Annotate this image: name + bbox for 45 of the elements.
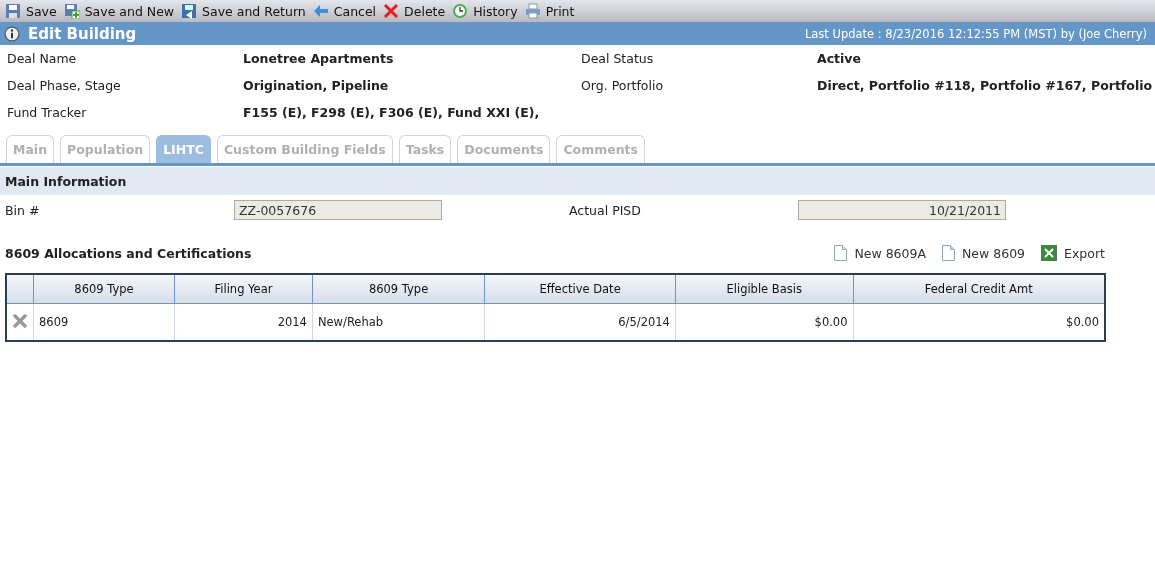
last-update: Last Update : 8/23/2016 12:12:55 PM (MST) by (Joe Cherry)	[804, 26, 1147, 41]
column-header: Effective Date	[484, 274, 676, 304]
field-value: Origination, Pipeline	[243, 78, 390, 93]
toolbar-button[interactable]: Save	[5, 3, 62, 19]
floppy-plus-icon	[63, 3, 80, 19]
printer-icon	[524, 3, 541, 19]
toolbar-button[interactable]: Cancel	[312, 3, 382, 19]
toolbar-button[interactable]: Save and Return	[181, 3, 311, 19]
field-label: Actual PISD	[569, 202, 642, 218]
document-icon	[942, 245, 955, 261]
input-field[interactable]: ZZ-0057676	[234, 200, 442, 220]
field-label: Deal Name	[7, 51, 78, 66]
action-link[interactable]: Export	[1041, 245, 1105, 261]
field-label: Bin #	[4, 202, 41, 218]
delete-icon[interactable]	[13, 313, 27, 328]
field-label: Fund Tracker	[7, 105, 88, 120]
page-title: Edit Building	[28, 24, 137, 43]
field-value: Lonetree Apartments	[243, 51, 395, 66]
clock-icon	[452, 3, 469, 19]
header-cell	[6, 274, 34, 304]
section-title: Main Information	[5, 173, 127, 189]
toolbar-button[interactable]: Print	[524, 3, 580, 19]
document-icon	[834, 245, 848, 261]
toolbar-button[interactable]: Save and New	[63, 3, 180, 19]
section-title: 8609 Allocations and Certifications	[4, 245, 252, 261]
toolbar-button[interactable]: History	[452, 3, 523, 19]
field-value: Direct, Portfolio #118, Portfolio #167, Portfolio	[817, 78, 1154, 93]
input-field[interactable]: 10/21/2011	[798, 200, 1006, 220]
info-icon	[4, 25, 20, 42]
action-link[interactable]: New 8609A	[834, 245, 926, 261]
toolbar-button[interactable]: Delete	[383, 3, 451, 19]
close-icon	[383, 3, 400, 19]
column-header: Federal Credit Amt	[853, 274, 1105, 304]
column-header: Filing Year	[174, 274, 313, 304]
field-label: Deal Status	[581, 51, 655, 66]
column-header: 8609 Type	[312, 274, 485, 304]
column-header: 8609 Type	[33, 274, 175, 304]
field-value: Active	[817, 51, 862, 66]
left-arrow-icon	[312, 3, 329, 19]
field-label: Deal Phase, Stage	[7, 78, 122, 93]
field-value: F155 (E), F298 (E), F306 (E), Fund XXI (E),	[243, 105, 541, 120]
spreadsheet-icon	[1041, 245, 1058, 261]
action-link[interactable]: New 8609	[942, 245, 1026, 261]
field-label: Org. Portfolio	[581, 78, 665, 93]
column-header: Eligible Basis	[675, 274, 853, 304]
